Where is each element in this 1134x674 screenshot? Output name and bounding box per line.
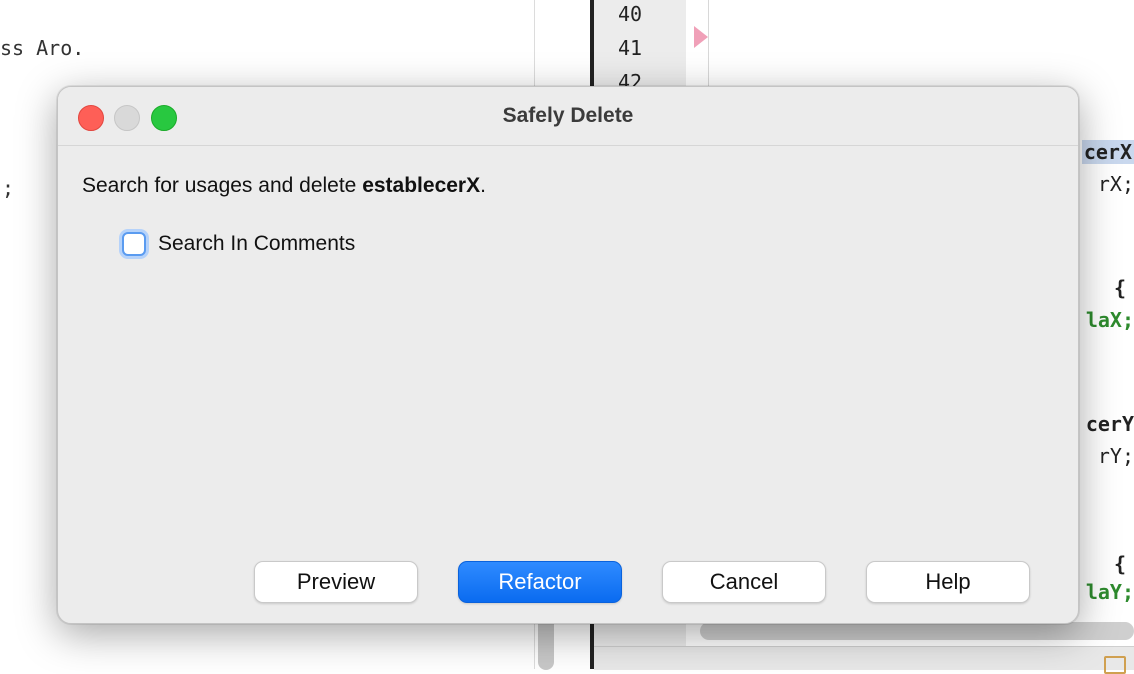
editor-bottom-bar <box>594 646 1134 670</box>
horizontal-scroll-thumb[interactable] <box>700 622 1134 640</box>
editor-code-line: cerX <box>1081 140 1134 164</box>
safely-delete-dialog: Safely Delete Search for usages and dele… <box>57 86 1079 624</box>
dialog-message: Search for usages and delete establecerX… <box>82 174 486 198</box>
refactor-button[interactable]: Refactor <box>458 561 622 603</box>
editor-code-line: ; <box>2 176 15 200</box>
breakpoint-marker-icon[interactable] <box>694 26 708 48</box>
checkbox-label[interactable]: Search In Comments <box>158 232 355 256</box>
editor-code-line: laY; <box>1085 580 1134 604</box>
preview-button[interactable]: Preview <box>254 561 418 603</box>
cancel-button[interactable]: Cancel <box>662 561 826 603</box>
help-button[interactable]: Help <box>866 561 1030 603</box>
editor-code-line: rX; <box>1097 172 1134 196</box>
search-in-comments-option[interactable]: Search In Comments <box>122 230 355 258</box>
dialog-titlebar[interactable]: Safely Delete <box>58 87 1078 146</box>
editor-code-line: ss Aro. <box>0 36 85 60</box>
search-in-comments-checkbox[interactable] <box>122 232 146 256</box>
window-close-button[interactable] <box>78 105 104 131</box>
editor-code-line: laX; <box>1085 308 1134 332</box>
window-maximize-button[interactable] <box>151 105 177 131</box>
editor-code-line: rY; <box>1097 444 1134 468</box>
status-square-icon[interactable] <box>1104 656 1126 674</box>
line-number: 41 <box>618 36 643 60</box>
editor-code-line: cerY <box>1085 412 1134 436</box>
editor-code-line: { <box>1113 552 1126 576</box>
dialog-title: Safely Delete <box>502 104 634 127</box>
message-target: establecerX <box>362 174 481 197</box>
line-number: 40 <box>618 2 643 26</box>
window-minimize-button[interactable] <box>114 105 140 131</box>
message-suffix: . <box>480 174 486 197</box>
editor-code-line: { <box>1113 276 1126 300</box>
message-prefix: Search for usages and delete <box>82 174 363 197</box>
